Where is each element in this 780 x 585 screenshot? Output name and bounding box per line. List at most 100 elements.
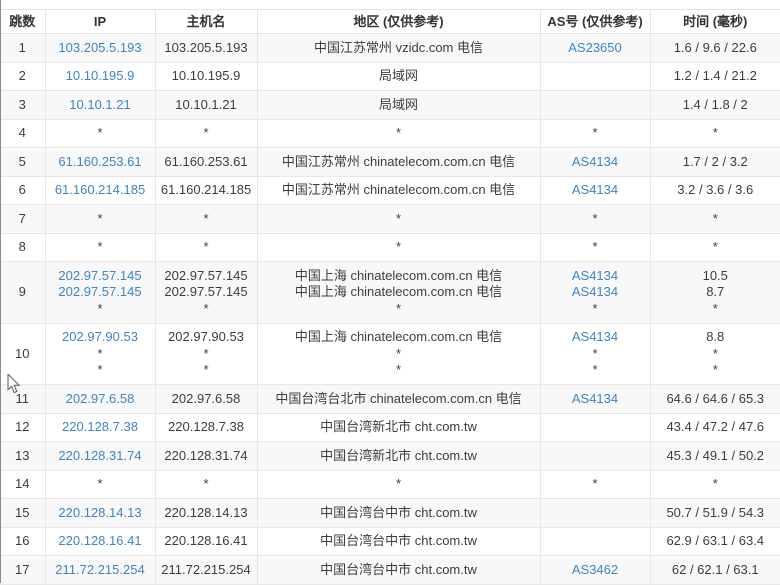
cell-host: 202.97.6.58 xyxy=(155,384,258,414)
cell-hop: 2 xyxy=(0,62,46,91)
cell-time-text: * xyxy=(712,239,718,254)
cell-asn: AS3462 xyxy=(540,555,651,585)
cell-asn: AS23650 xyxy=(540,33,651,63)
asn-link[interactable]: AS4134 xyxy=(572,182,618,197)
cell-asn: * xyxy=(540,233,651,262)
cell-hop: 3 xyxy=(0,90,46,120)
cell-time: 64.6 / 64.6 / 65.3 xyxy=(650,384,780,414)
asn-link[interactable]: AS4134 xyxy=(572,268,618,283)
cell-time: 1.7 / 2 / 3.2 xyxy=(650,147,780,177)
cell-ip: 220.128.16.41 xyxy=(45,527,156,556)
traceroute-results: 跳数 IP 主机名 地区 (仅供参考) AS号 (仅供参考) 时间 (毫秒) 1… xyxy=(0,0,780,585)
cell-region: 中国台湾台中市 cht.com.tw xyxy=(257,527,541,556)
cell-host-text: 202.97.6.58 xyxy=(171,390,241,406)
cell-host: 220.128.16.41 xyxy=(155,527,258,556)
cell-hop: 10 xyxy=(0,323,46,385)
cell-ip: 202.97.6.58 xyxy=(45,384,156,414)
cell-region: * xyxy=(257,233,541,262)
ip-link[interactable]: 202.97.6.58 xyxy=(66,391,135,406)
asn-link[interactable]: AS3462 xyxy=(572,562,618,577)
cell-hop: 9 xyxy=(0,261,46,324)
table-row: 2 10.10.195.9 10.10.195.9 局域网 1.2 / 1.4 / 21… xyxy=(0,62,780,91)
ip-link[interactable]: 202.97.57.145 xyxy=(58,268,141,283)
cell-region-text: * xyxy=(395,210,402,226)
table-row: 12 220.128.7.38 220.128.7.38 中国台湾新北市 cht.co… xyxy=(0,413,780,442)
ip-link[interactable]: 220.128.14.13 xyxy=(58,505,141,520)
ip-link[interactable]: 202.97.57.145 xyxy=(58,284,141,299)
cell-ip-text: * xyxy=(97,345,103,361)
asn-link[interactable]: AS23650 xyxy=(568,40,622,55)
cell-asn: * xyxy=(540,470,651,499)
ip-link[interactable]: 220.128.31.74 xyxy=(58,448,141,463)
col-header-asn: AS号 (仅供参考) xyxy=(540,9,651,34)
cell-ip: 10.10.195.9 xyxy=(45,62,156,91)
cell-hop-text: 4 xyxy=(18,125,26,140)
cell-host-text: 220.128.16.41 xyxy=(164,533,248,548)
cell-host-text: 61.160.253.61 xyxy=(164,153,248,169)
cell-region-text: * xyxy=(395,239,402,254)
ip-link[interactable]: 103.205.5.193 xyxy=(58,40,141,55)
ip-link[interactable]: 10.10.1.21 xyxy=(69,97,130,112)
ip-link[interactable]: 10.10.195.9 xyxy=(66,68,135,83)
cell-hop: 1 xyxy=(0,33,46,63)
table-row: 7 * * * * * xyxy=(0,204,780,234)
cell-host: 202.97.90.53 * * xyxy=(155,323,258,385)
cell-host: * xyxy=(155,119,258,148)
cell-region-text: 中国江苏常州 chinatelecom.com.cn 电信 xyxy=(281,182,516,197)
cell-host-text: 103.205.5.193 xyxy=(164,39,248,55)
cell-hop-text: 15 xyxy=(15,504,30,520)
cell-host: 10.10.195.9 xyxy=(155,62,258,91)
cell-region-text: * xyxy=(395,476,402,491)
cell-ip: * xyxy=(45,119,156,148)
cell-hop-text: 12 xyxy=(15,419,30,434)
asn-link[interactable]: AS4134 xyxy=(572,284,618,299)
asn-link[interactable]: AS4134 xyxy=(572,154,618,169)
cell-host: * xyxy=(155,204,258,234)
ip-link[interactable]: 61.160.214.185 xyxy=(55,182,145,197)
cell-host: 61.160.214.185 xyxy=(155,176,258,205)
cell-host-text: * xyxy=(203,345,209,361)
table-row: 11 202.97.6.58 202.97.6.58 中国台湾台北市 chinatel… xyxy=(0,384,780,414)
table-row: 16 220.128.16.41 220.128.16.41 中国台湾台中市 cht.… xyxy=(0,527,780,556)
cell-time-text: 10.5 xyxy=(702,267,728,283)
asn-link[interactable]: AS4134 xyxy=(572,391,618,406)
cell-hop: 5 xyxy=(0,147,46,177)
cell-time: 62.9 / 63.1 / 63.4 xyxy=(650,527,780,556)
cell-ip: 220.128.14.13 xyxy=(45,498,156,528)
cell-ip: * xyxy=(45,204,156,234)
asn-link[interactable]: AS4134 xyxy=(572,329,618,344)
cell-ip: 220.128.31.74 xyxy=(45,441,156,471)
cell-ip: 202.97.90.53 * * xyxy=(45,323,156,385)
cell-time: 3.2 / 3.6 / 3.6 xyxy=(650,176,780,205)
cell-region-text: * xyxy=(395,362,402,377)
cell-ip: * xyxy=(45,470,156,499)
cell-hop-text: 14 xyxy=(15,476,30,491)
cell-region: 中国台湾台北市 chinatelecom.com.cn 电信 xyxy=(257,384,541,414)
cell-host: 103.205.5.193 xyxy=(155,33,258,63)
cell-asn xyxy=(540,413,651,442)
cell-host-text: 220.128.7.38 xyxy=(168,419,244,434)
cell-region-text: 局域网 xyxy=(378,68,418,83)
cell-hop-text: 9 xyxy=(18,284,26,299)
cell-time-text: 45.3 / 49.1 / 50.2 xyxy=(666,447,765,463)
cell-asn-text: * xyxy=(592,125,598,140)
cell-region: * xyxy=(257,119,541,148)
ip-link[interactable]: 220.128.16.41 xyxy=(58,533,141,548)
cell-host: 220.128.31.74 xyxy=(155,441,258,471)
cell-hop-text: 10 xyxy=(15,345,30,361)
cell-host-text: * xyxy=(203,210,209,226)
cell-ip-text: * xyxy=(97,362,103,377)
cell-region: * xyxy=(257,470,541,499)
cell-region-text: 中国江苏常州 chinatelecom.com.cn 电信 xyxy=(281,153,516,169)
ip-link[interactable]: 61.160.253.61 xyxy=(58,154,141,169)
ip-link[interactable]: 202.97.90.53 xyxy=(62,329,138,344)
cell-region-text: 中国台湾台中市 cht.com.tw xyxy=(320,533,477,548)
cell-time-text: 64.6 / 64.6 / 65.3 xyxy=(666,390,765,406)
cell-host-text: * xyxy=(203,300,209,316)
cell-ip-text: * xyxy=(97,125,103,140)
cell-host: * xyxy=(155,233,258,262)
col-header-ip: IP xyxy=(45,9,156,34)
ip-link[interactable]: 220.128.7.38 xyxy=(62,419,138,434)
table-row: 13 220.128.31.74 220.128.31.74 中国台湾新北市 cht.… xyxy=(0,441,780,471)
ip-link[interactable]: 211.72.215.254 xyxy=(55,562,144,577)
